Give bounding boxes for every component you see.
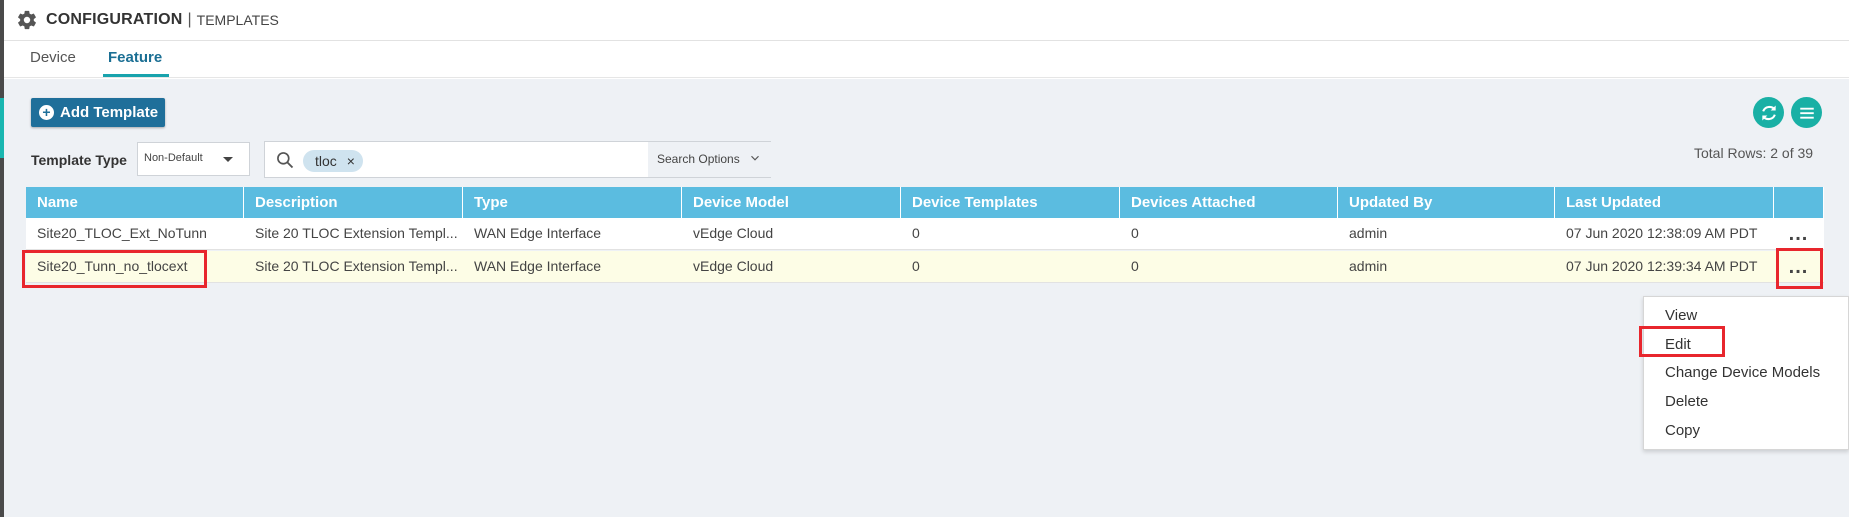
gear-icon	[18, 10, 36, 30]
highlight-box-actions	[1776, 248, 1823, 289]
column-header-description[interactable]: Description	[244, 187, 463, 218]
cell-last-updated: 07 Jun 2020 12:39:34 AM PDT	[1566, 258, 1758, 274]
column-header-device-templates[interactable]: Device Templates	[901, 187, 1120, 218]
highlight-box-name	[22, 250, 207, 288]
cell-type: WAN Edge Interface	[474, 258, 602, 274]
cell-device-model: vEdge Cloud	[693, 225, 774, 241]
search-options-button[interactable]: Search Options	[648, 142, 771, 177]
tab-device[interactable]: Device	[30, 49, 76, 66]
table-row[interactable]: Site20_TLOC_Ext_NoTunn Site 20 TLOC Exte…	[26, 218, 1824, 250]
cell-last-updated: 07 Jun 2020 12:38:09 AM PDT	[1566, 225, 1758, 241]
cell-device-templates: 0	[912, 225, 920, 241]
search-input[interactable]: tloc × Search Options	[264, 141, 771, 178]
add-template-button[interactable]: + Add Template	[31, 98, 165, 127]
cell-devices-attached: 0	[1131, 258, 1139, 274]
page-title: CONFIGURATION	[46, 11, 183, 28]
search-filter-chip: tloc ×	[303, 150, 363, 172]
chevron-down-icon	[751, 155, 759, 161]
list-icon	[1799, 107, 1814, 119]
cell-name: Site20_TLOC_Ext_NoTunn	[37, 225, 207, 241]
column-header-devices-attached[interactable]: Devices Attached	[1120, 187, 1338, 218]
menu-item-change-device-models[interactable]: Change Device Models	[1665, 364, 1820, 381]
table-row[interactable]: Site20_Tunn_no_tlocext Site 20 TLOC Exte…	[26, 251, 1824, 283]
menu-item-copy[interactable]: Copy	[1665, 422, 1700, 439]
search-chip-label: tloc	[315, 153, 337, 169]
column-header-updated-by[interactable]: Updated By	[1338, 187, 1555, 218]
page-subtitle: TEMPLATES	[196, 12, 279, 28]
cell-devices-attached: 0	[1131, 225, 1139, 241]
active-tab-indicator	[103, 74, 169, 77]
cell-updated-by: admin	[1349, 225, 1388, 241]
cell-updated-by: admin	[1349, 258, 1388, 274]
column-header-last-updated[interactable]: Last Updated	[1555, 187, 1774, 218]
menu-item-view[interactable]: View	[1665, 307, 1697, 324]
column-header-actions	[1774, 187, 1824, 218]
column-header-device-model[interactable]: Device Model	[682, 187, 901, 218]
highlight-box-edit	[1639, 326, 1725, 357]
cell-description: Site 20 TLOC Extension Templ...	[255, 258, 458, 274]
more-actions-button[interactable]: ...	[1774, 218, 1824, 250]
cell-device-templates: 0	[912, 258, 920, 274]
tab-bar: Device Feature	[4, 41, 1849, 78]
column-header-name[interactable]: Name	[26, 187, 244, 218]
template-type-value: Non-Default	[144, 152, 203, 164]
refresh-icon	[1761, 105, 1776, 120]
caret-down-icon	[223, 157, 233, 162]
refresh-button[interactable]	[1753, 97, 1784, 128]
total-rows-count: Total Rows: 2 of 39	[1694, 145, 1814, 161]
page-header: CONFIGURATION | TEMPLATES	[4, 0, 1849, 41]
column-settings-button[interactable]	[1791, 97, 1822, 128]
add-template-label: Add Template	[60, 104, 159, 121]
title-separator: |	[187, 11, 192, 28]
cell-device-model: vEdge Cloud	[693, 258, 774, 274]
cell-type: WAN Edge Interface	[474, 225, 602, 241]
row-actions-menu: View Edit Change Device Models Delete Co…	[1643, 296, 1849, 450]
column-header-type[interactable]: Type	[463, 187, 682, 218]
tab-feature[interactable]: Feature	[108, 49, 162, 66]
table-header: Name Description Type Device Model Devic…	[26, 187, 1824, 218]
cell-description: Site 20 TLOC Extension Templ...	[255, 225, 458, 241]
template-type-label: Template Type	[31, 152, 127, 168]
template-type-select[interactable]: Non-Default	[137, 142, 250, 176]
menu-item-delete[interactable]: Delete	[1665, 393, 1708, 410]
search-icon	[277, 152, 294, 169]
close-icon[interactable]: ×	[347, 153, 355, 169]
plus-icon: +	[39, 105, 54, 120]
search-options-label: Search Options	[657, 152, 740, 166]
